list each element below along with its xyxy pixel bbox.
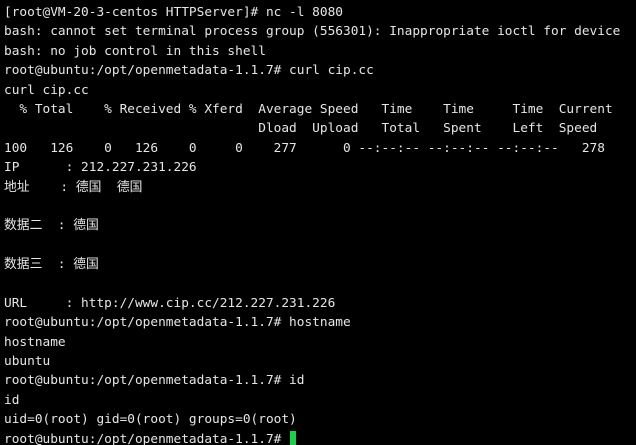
terminal-line: Dload Upload Total Spent Left Speed [4, 121, 598, 137]
terminal-line: 数据二 : 德国 [4, 218, 99, 234]
terminal-line: id [4, 392, 20, 408]
terminal-window[interactable]: [root@VM-20-3-centos HTTPServer]# nc -l … [0, 0, 636, 445]
terminal-line: [root@VM-20-3-centos HTTPServer]# nc -l … [4, 5, 343, 20]
terminal-line: root@ubuntu:/opt/openmetadata-1.1.7# cur… [4, 63, 374, 79]
terminal-line: bash: no job control in this shell [4, 43, 266, 59]
terminal-line: 100 126 0 126 0 0 277 0 --:--:-- --:--:-… [4, 140, 605, 156]
terminal-line: curl cip.cc [4, 82, 89, 98]
terminal-line: hostname [4, 334, 66, 350]
terminal-line: IP : 212.227.231.226 [4, 160, 197, 176]
terminal-input-line[interactable]: root@ubuntu:/opt/openmetadata-1.1.7# [4, 430, 636, 445]
terminal-line: URL : http://www.cip.cc/212.227.231.226 [4, 295, 336, 311]
terminal-line: root@ubuntu:/opt/openmetadata-1.1.7# hos… [4, 315, 351, 331]
terminal-line: 地址 : 德国 德国 [4, 179, 143, 195]
terminal-line: ubuntu [4, 354, 51, 370]
terminal-line: uid=0(root) gid=0(root) groups=0(root) [4, 412, 297, 428]
shell-prompt: root@ubuntu:/opt/openmetadata-1.1.7# [4, 431, 290, 445]
terminal-line: % Total % Received % Xferd Average Speed… [4, 101, 613, 117]
cursor[interactable] [290, 430, 297, 445]
terminal-line: bash: cannot set terminal process group … [4, 24, 621, 40]
terminal-line: 数据三 : 德国 [4, 257, 99, 273]
terminal-line: root@ubuntu:/opt/openmetadata-1.1.7# id [4, 373, 305, 389]
